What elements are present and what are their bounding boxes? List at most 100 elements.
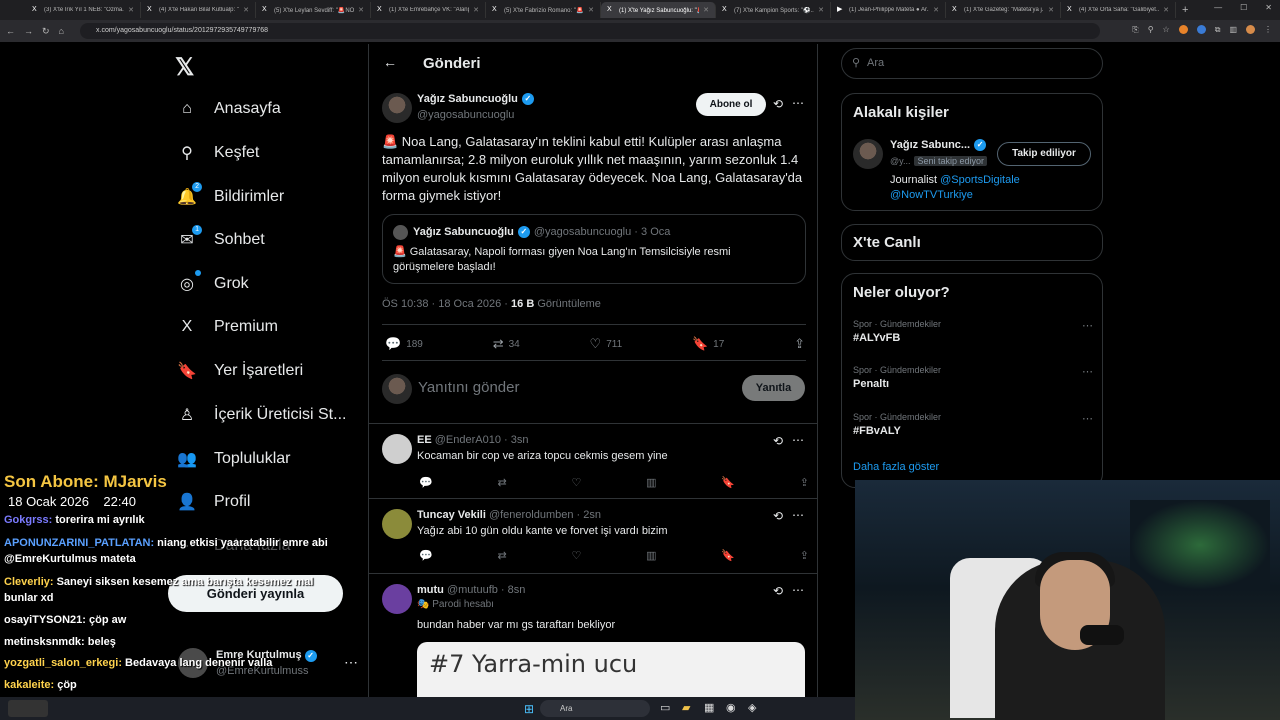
reply-icon[interactable]: 💬: [419, 476, 433, 489]
nav-item-explore[interactable]: ⚲ Keşfet: [176, 142, 259, 164]
close-tab-icon[interactable]: ✕: [128, 6, 134, 14]
nav-item-grok[interactable]: ◎ Grok: [176, 270, 249, 295]
maximize-icon[interactable]: ☐: [1240, 3, 1247, 12]
more-icon[interactable]: ⋯: [1082, 319, 1093, 332]
menu-icon[interactable]: ⋮: [1264, 25, 1272, 35]
bio-link[interactable]: @SportsDigitale: [940, 174, 1020, 186]
browser-tab[interactable]: X (4) X'te Orta Saha: "Galibiyet... ✕: [1061, 2, 1176, 18]
live-card[interactable]: X'te Canlı: [841, 224, 1103, 261]
url-field[interactable]: x.com/yagosabuncuoglu/status/20129729357…: [80, 23, 1100, 39]
tweet-handle[interactable]: @yagosabuncuoglu: [417, 109, 514, 121]
browser-tab[interactable]: X (1) X'te Yağız Sabuncuoğlu: "🚨... ✕: [601, 2, 716, 18]
close-tab-icon[interactable]: ✕: [588, 6, 594, 14]
new-tab-icon[interactable]: +: [1182, 4, 1188, 16]
grok-icon[interactable]: ⟲: [773, 97, 783, 111]
app-icon[interactable]: ◈: [748, 701, 756, 714]
views-icon[interactable]: ▥: [646, 549, 656, 562]
nav-item-bookmarks[interactable]: 🔖 Yer İşaretleri: [176, 360, 303, 382]
forward-nav-icon[interactable]: →: [24, 26, 33, 36]
avatar[interactable]: [853, 139, 883, 169]
bookmark-icon[interactable]: 🔖: [721, 549, 735, 562]
more-icon[interactable]: ⋯: [792, 583, 805, 597]
windows-start-icon[interactable]: ⊞: [524, 702, 534, 716]
more-icon[interactable]: ⋯: [1082, 365, 1093, 378]
reply-input[interactable]: Yanıtını gönder: [418, 379, 519, 396]
reply-tweet[interactable]: EE @EnderA010 · 3sn ⟲ ⋯ Kocaman bir cop …: [369, 424, 817, 499]
share-action[interactable]: ⇪: [794, 336, 805, 352]
extension-icon[interactable]: [1196, 25, 1206, 34]
close-icon[interactable]: ✕: [1265, 3, 1272, 12]
avatar[interactable]: [1246, 25, 1255, 34]
reply-button[interactable]: Yanıtla: [742, 375, 805, 401]
retweet-action[interactable]: ⇄ 34: [493, 336, 520, 352]
more-icon[interactable]: ⋯: [1082, 412, 1093, 425]
close-tab-icon[interactable]: ✕: [933, 6, 939, 14]
tweet-author[interactable]: Yağız Sabuncuoğlu ✓: [417, 93, 534, 105]
reply-tweet[interactable]: Tuncay Vekili @feneroldumben · 2sn ⟲ ⋯ Y…: [369, 499, 817, 574]
back-nav-icon[interactable]: ←: [6, 26, 15, 36]
close-tab-icon[interactable]: ✕: [358, 6, 364, 14]
grok-icon[interactable]: ⟲: [773, 509, 783, 523]
grok-icon[interactable]: ⟲: [773, 434, 783, 448]
puzzle-icon[interactable]: ⧉: [1215, 25, 1221, 35]
browser-tab[interactable]: X (3) X'te Irık Yıl 1 NEB: "Ozma... ✕: [26, 2, 141, 18]
task-view-icon[interactable]: ▭: [660, 701, 670, 714]
close-tab-icon[interactable]: ✕: [243, 6, 249, 14]
bookmark-icon[interactable]: 🔖: [721, 476, 735, 489]
share-icon[interactable]: ⇪: [800, 476, 809, 489]
sidepanel-icon[interactable]: ▥: [1229, 25, 1237, 35]
close-tab-icon[interactable]: ✕: [473, 6, 479, 14]
star-icon[interactable]: ☆: [1163, 25, 1170, 35]
minimize-icon[interactable]: —: [1214, 3, 1222, 12]
more-icon[interactable]: ⋯: [344, 654, 358, 671]
folder-icon[interactable]: ▰: [682, 701, 690, 714]
heart-icon[interactable]: ♡: [571, 476, 581, 489]
nav-item-home[interactable]: ⌂ Anasayfa: [176, 98, 281, 120]
extension-icon[interactable]: [1178, 25, 1188, 34]
x-logo-icon[interactable]: 𝕏: [175, 53, 194, 82]
trend-item[interactable]: Spor · Gündemdekiler #ALYvFB ⋯: [853, 319, 1093, 344]
quoted-tweet[interactable]: Yağız Sabuncuoğlu ✓ @yagosabuncuoglu · 3 O…: [382, 214, 806, 284]
avatar[interactable]: [382, 93, 412, 123]
reply-icon[interactable]: 💬: [419, 549, 433, 562]
nav-item-premium[interactable]: X Premium: [176, 316, 278, 338]
reload-icon[interactable]: ↻: [42, 26, 50, 37]
browser-tab[interactable]: X (1) X'te Gazeteg: "Mateta'ya j... ✕: [946, 2, 1061, 18]
trend-item[interactable]: Spor · Gündemdekiler #FBvALY ⋯: [853, 412, 1093, 437]
nav-item-communities[interactable]: 👥 Topluluklar: [176, 448, 290, 470]
views-icon[interactable]: ▥: [646, 476, 656, 489]
chrome-icon[interactable]: ◉: [726, 701, 736, 714]
show-more-link[interactable]: Daha fazla göster: [853, 461, 939, 473]
browser-tab[interactable]: X (5) X'te Fabrizio Romano: "🚨 I... ✕: [486, 2, 601, 18]
close-tab-icon[interactable]: ✕: [818, 6, 824, 14]
nav-item-profile[interactable]: 👤 Profil: [176, 491, 250, 513]
nav-item-creator-studio[interactable]: ♙ İçerik Üreticisi St...: [176, 404, 347, 426]
retweet-icon[interactable]: ⇄: [497, 549, 506, 562]
browser-tab[interactable]: X (4) X'te Hakan Bilal Kutlualp: "... ✕: [141, 2, 256, 18]
more-icon[interactable]: ⋯: [792, 96, 805, 110]
retweet-icon[interactable]: ⇄: [497, 476, 506, 489]
like-action[interactable]: ♡ 711: [590, 336, 623, 352]
following-button[interactable]: Takip ediliyor: [997, 142, 1091, 166]
browser-tab[interactable]: X (7) X'te Kampion Sports: "⚽... ✕: [716, 2, 831, 18]
close-tab-icon[interactable]: ✕: [1163, 6, 1169, 14]
nav-item-notifications[interactable]: 🔔 2 Bildirimler: [176, 182, 284, 208]
browser-tab[interactable]: X (5) X'te Leylan Sevdiff: "🚨NO... ✕: [256, 2, 371, 18]
close-tab-icon[interactable]: ✕: [1048, 6, 1054, 14]
home-icon[interactable]: ⌂: [59, 26, 64, 36]
zoom-icon[interactable]: ⚲: [1148, 25, 1154, 35]
nav-item-messages[interactable]: ✉ 1 Sohbet: [176, 225, 265, 251]
close-tab-icon[interactable]: ✕: [703, 6, 709, 14]
more-icon[interactable]: ⋯: [792, 433, 805, 447]
browser-tab[interactable]: ▶ (1) Jean-Philippe Mateta ● Ar... ✕: [831, 2, 946, 18]
install-icon[interactable]: ⎘: [1132, 25, 1138, 35]
more-icon[interactable]: ⋯: [792, 508, 805, 522]
trend-item[interactable]: Spor · Gündemdekiler Penaltı ⋯: [853, 365, 1093, 390]
related-name[interactable]: Yağız Sabunc... ✓: [890, 139, 987, 151]
app-icon[interactable]: ▦: [704, 701, 714, 714]
reply-action[interactable]: 💬 189: [385, 336, 423, 352]
share-icon[interactable]: ⇪: [800, 549, 809, 562]
subscribe-button[interactable]: Abone ol: [696, 93, 766, 116]
search-input[interactable]: ⚲ Ara: [841, 48, 1103, 79]
grok-icon[interactable]: ⟲: [773, 584, 783, 598]
